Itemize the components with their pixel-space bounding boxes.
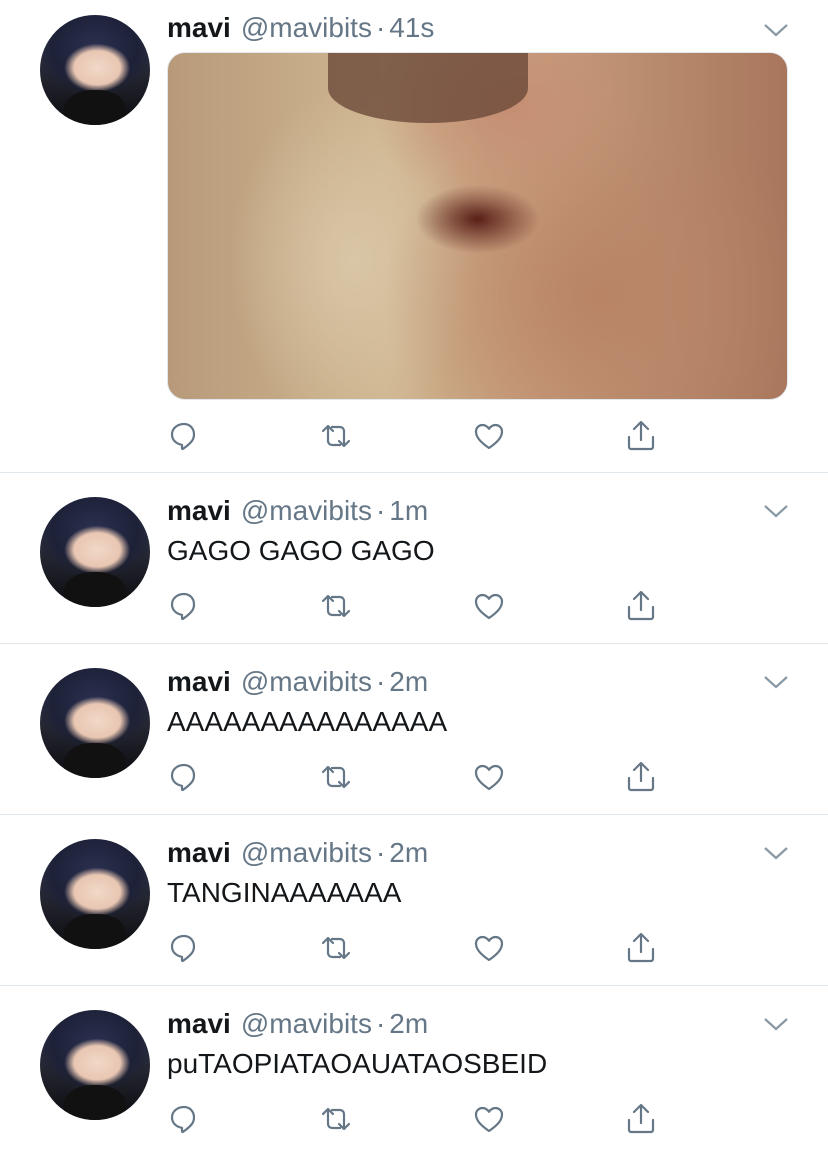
tweet-text: puTAOPIATAOAUATAOSBEID (167, 1048, 548, 1079)
avatar[interactable] (40, 668, 150, 778)
heart-icon[interactable] (472, 589, 506, 623)
chevron-down-icon[interactable] (762, 20, 790, 40)
user-handle[interactable]: @mavibits (241, 12, 372, 44)
share-icon[interactable] (624, 931, 658, 965)
heart-icon[interactable] (472, 419, 506, 453)
timestamp[interactable]: 2m (389, 1008, 428, 1040)
heart-icon[interactable] (472, 931, 506, 965)
avatar[interactable] (40, 15, 150, 125)
separator-dot: · (375, 495, 386, 526)
retweet-icon[interactable] (319, 419, 353, 453)
tweet-feed: mavi @mavibits · 41s mavi @mavibits · 1m… (0, 0, 828, 1153)
chevron-down-icon[interactable] (762, 501, 790, 521)
reply-icon[interactable] (167, 419, 201, 453)
display-name[interactable]: mavi (167, 837, 231, 869)
tweet[interactable]: mavi @mavibits · 2m puTAOPIATAOAUATAOSBE… (0, 986, 828, 1153)
timestamp[interactable]: 2m (389, 837, 428, 869)
reply-icon[interactable] (167, 931, 201, 965)
display-name[interactable]: mavi (167, 12, 231, 44)
tweet-actions (167, 589, 667, 623)
user-handle[interactable]: @mavibits (241, 837, 372, 869)
display-name[interactable]: mavi (167, 666, 231, 698)
tweet-header: mavi @mavibits · 2m (167, 837, 428, 871)
chevron-down-icon[interactable] (762, 843, 790, 863)
tweet-actions (167, 1102, 667, 1136)
tweet[interactable]: mavi @mavibits · 41s (0, 0, 828, 473)
tweet-actions (167, 419, 667, 453)
display-name[interactable]: mavi (167, 495, 231, 527)
tweet[interactable]: mavi @mavibits · 1m GAGO GAGO GAGO (0, 473, 828, 644)
timestamp[interactable]: 1m (389, 495, 428, 527)
tweet-text: AAAAAAAAAAAAAAA (167, 706, 448, 737)
reply-icon[interactable] (167, 589, 201, 623)
tweet-header: mavi @mavibits · 2m (167, 1008, 428, 1042)
retweet-icon[interactable] (319, 760, 353, 794)
reply-icon[interactable] (167, 1102, 201, 1136)
tweet-text: TANGINAAAAAAA (167, 877, 402, 908)
retweet-icon[interactable] (319, 931, 353, 965)
timestamp[interactable]: 41s (389, 12, 434, 44)
timestamp[interactable]: 2m (389, 666, 428, 698)
avatar[interactable] (40, 497, 150, 607)
share-icon[interactable] (624, 760, 658, 794)
tweet-header: mavi @mavibits · 2m (167, 666, 428, 700)
separator-dot: · (375, 837, 386, 868)
share-icon[interactable] (624, 419, 658, 453)
user-handle[interactable]: @mavibits (241, 495, 372, 527)
reply-icon[interactable] (167, 760, 201, 794)
user-handle[interactable]: @mavibits (241, 1008, 372, 1040)
retweet-icon[interactable] (319, 589, 353, 623)
tweet[interactable]: mavi @mavibits · 2m TANGINAAAAAAA (0, 815, 828, 986)
separator-dot: · (375, 12, 386, 43)
tweet-actions (167, 931, 667, 965)
heart-icon[interactable] (472, 760, 506, 794)
heart-icon[interactable] (472, 1102, 506, 1136)
display-name[interactable]: mavi (167, 1008, 231, 1040)
avatar[interactable] (40, 1010, 150, 1120)
share-icon[interactable] (624, 1102, 658, 1136)
separator-dot: · (375, 1008, 386, 1039)
avatar[interactable] (40, 839, 150, 949)
tweet-header: mavi @mavibits · 1m (167, 495, 428, 529)
tweet-actions (167, 760, 667, 794)
separator-dot: · (375, 666, 386, 697)
tweet-media-image[interactable] (167, 52, 788, 400)
tweet[interactable]: mavi @mavibits · 2m AAAAAAAAAAAAAAA (0, 644, 828, 815)
chevron-down-icon[interactable] (762, 672, 790, 692)
retweet-icon[interactable] (319, 1102, 353, 1136)
tweet-text: GAGO GAGO GAGO (167, 535, 435, 566)
chevron-down-icon[interactable] (762, 1014, 790, 1034)
user-handle[interactable]: @mavibits (241, 666, 372, 698)
share-icon[interactable] (624, 589, 658, 623)
tweet-header: mavi @mavibits · 41s (167, 12, 434, 46)
